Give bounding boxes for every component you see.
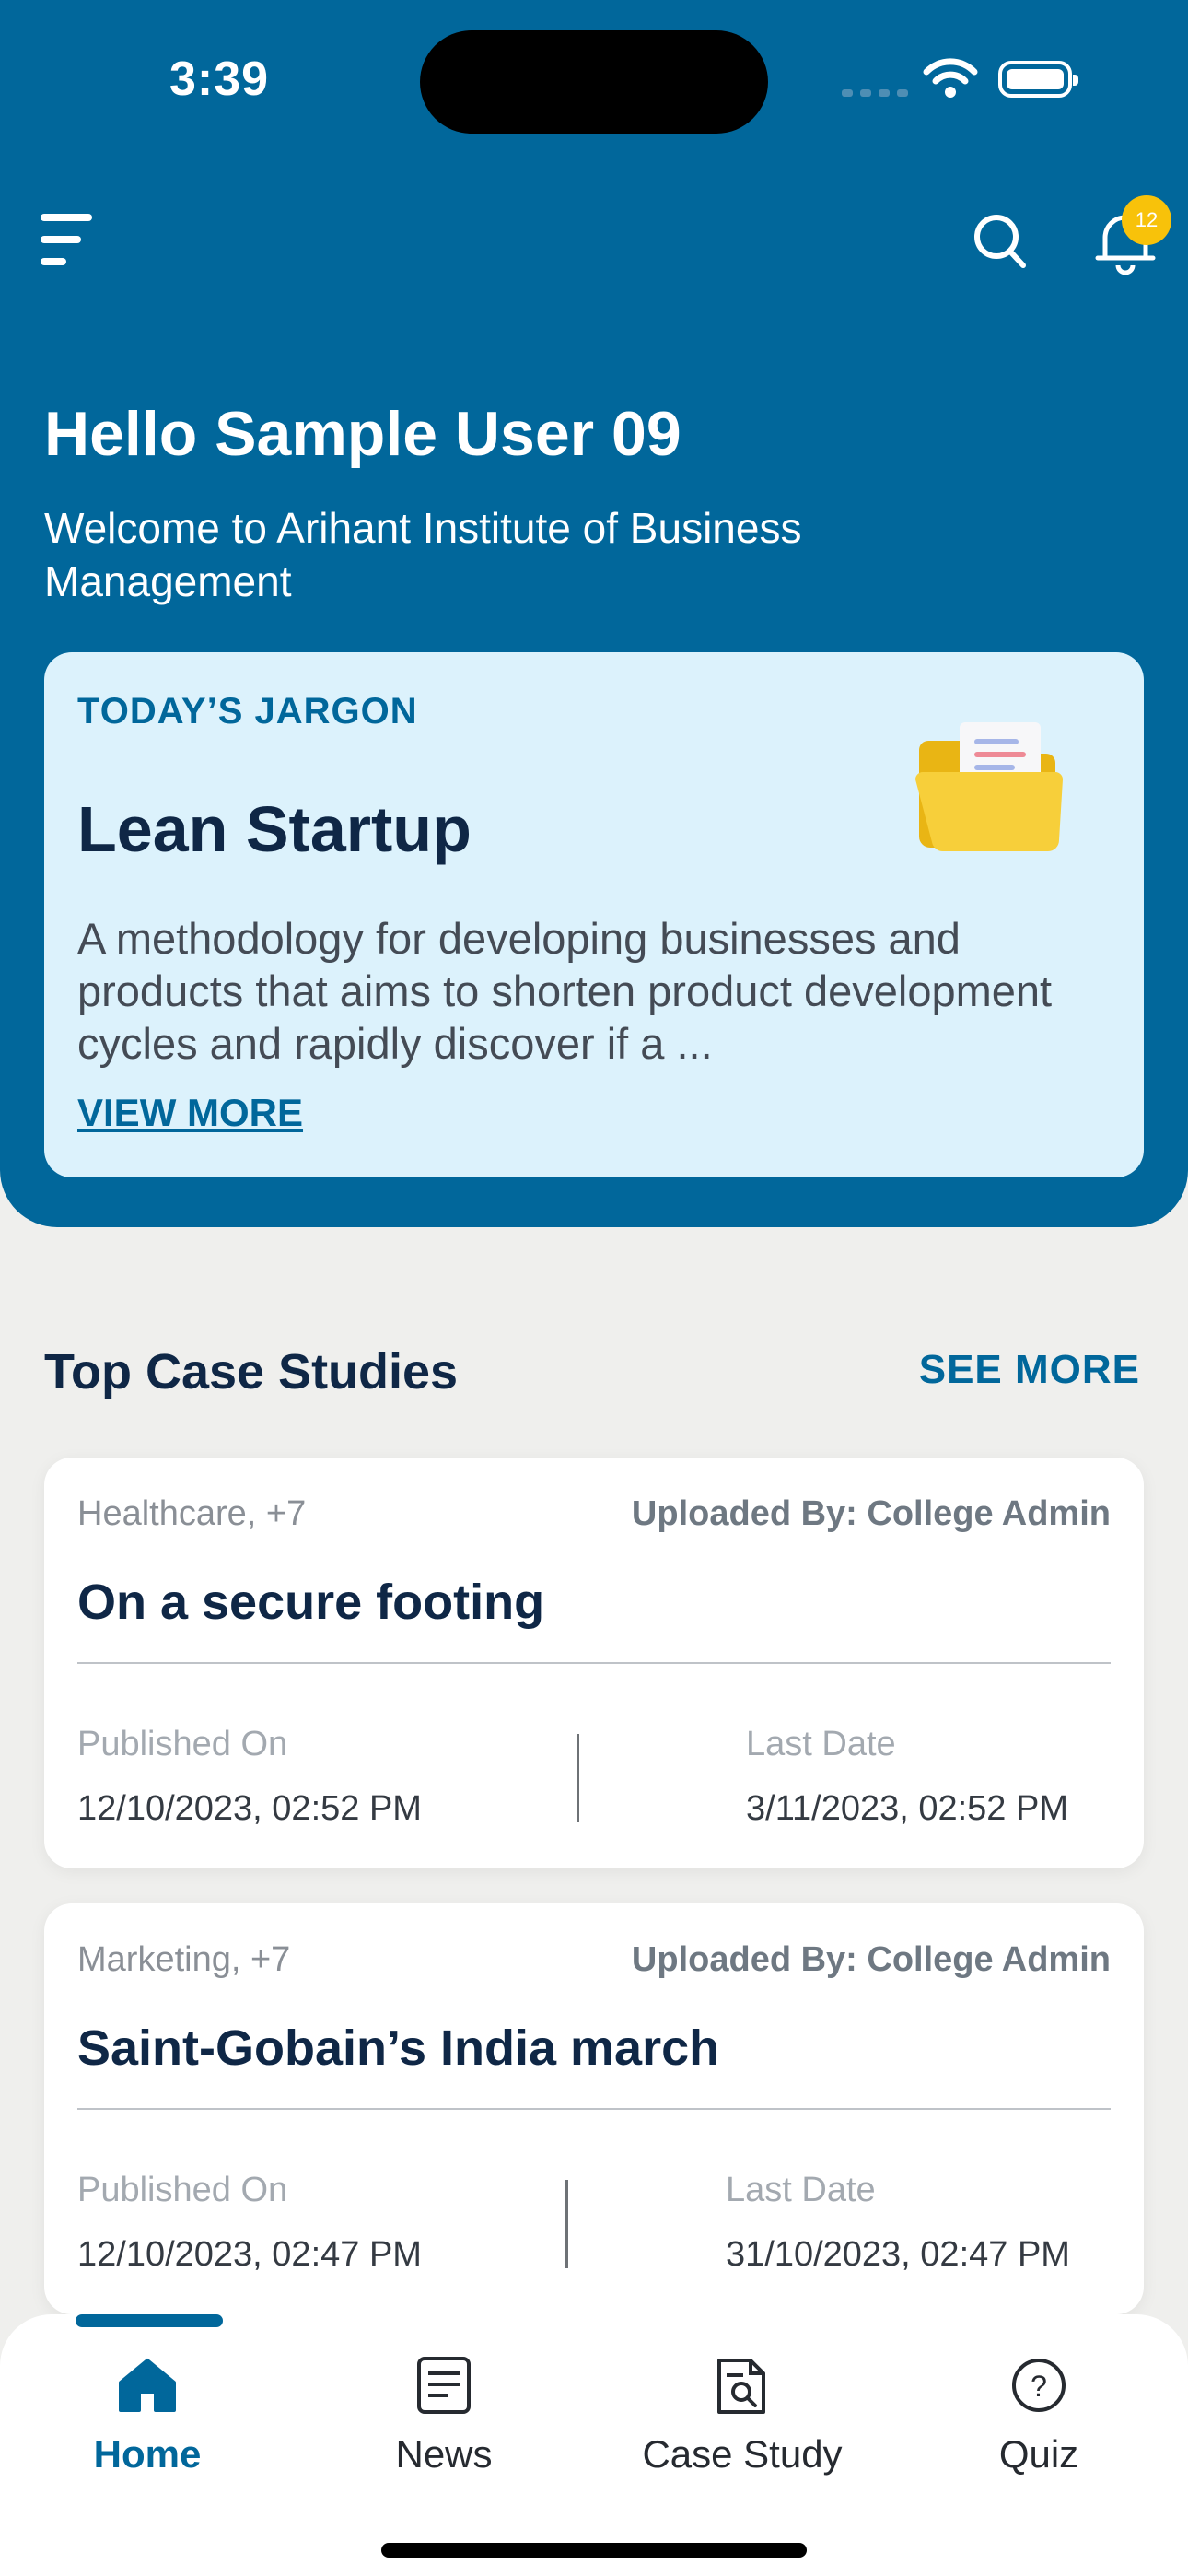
- case-title: On a secure footing: [77, 1575, 545, 1630]
- folder-icon: [915, 722, 1063, 852]
- section-title: Top Case Studies: [44, 1344, 459, 1399]
- active-tab-indicator: [76, 2314, 223, 2327]
- published-label: Published On: [77, 2171, 288, 2209]
- case-uploaded-by: Uploaded By: College Admin: [631, 1494, 1111, 1533]
- tab-home[interactable]: Home: [0, 2340, 295, 2497]
- home-indicator: [381, 2543, 807, 2558]
- view-more-link[interactable]: VIEW MORE: [77, 1091, 303, 1135]
- case-study-card[interactable]: Healthcare, +7 Uploaded By: College Admi…: [44, 1458, 1144, 1868]
- divider: [77, 2108, 1111, 2110]
- tab-label: Case Study: [642, 2432, 843, 2476]
- jargon-description: A methodology for developing businesses …: [77, 914, 1053, 1068]
- vertical-divider: [577, 1734, 579, 1822]
- tab-quiz[interactable]: ? Quiz: [891, 2340, 1186, 2497]
- search-icon[interactable]: [972, 212, 1029, 271]
- tab-news[interactable]: News: [297, 2340, 591, 2497]
- tab-label: Home: [93, 2432, 202, 2476]
- status-time: 3:39: [169, 53, 270, 106]
- cellular-signal-icon: [842, 85, 915, 101]
- bottom-tab-bar: Home News Case Study ? Quiz: [0, 2314, 1188, 2576]
- case-uploaded-by: Uploaded By: College Admin: [631, 1940, 1111, 1979]
- todays-jargon-card[interactable]: TODAY’S JARGON Lean Startup A methodolog…: [44, 652, 1144, 1177]
- case-category: Healthcare, +7: [77, 1494, 307, 1533]
- welcome-message: Welcome to Arihant Institute of Business…: [44, 504, 802, 605]
- tab-label: Quiz: [998, 2432, 1079, 2476]
- divider: [77, 1662, 1111, 1664]
- published-label: Published On: [77, 1725, 288, 1763]
- case-title: Saint-Gobain’s India march: [77, 2020, 720, 2076]
- see-more-button[interactable]: SEE MORE: [919, 1347, 1140, 1393]
- greeting: Hello Sample User 09: [44, 399, 681, 469]
- tab-label: News: [395, 2432, 493, 2476]
- published-value: 12/10/2023, 02:52 PM: [77, 1789, 422, 1828]
- last-date-label: Last Date: [746, 1725, 896, 1763]
- last-date-value: 3/11/2023, 02:52 PM: [746, 1789, 1068, 1828]
- jargon-tag: TODAY’S JARGON: [77, 691, 418, 732]
- last-date-value: 31/10/2023, 02:47 PM: [726, 2235, 1070, 2274]
- svg-text:?: ?: [1031, 2370, 1047, 2403]
- battery-icon: [998, 61, 1078, 98]
- wifi-icon: [923, 58, 978, 98]
- vertical-divider: [565, 2180, 568, 2268]
- last-date-label: Last Date: [726, 2171, 876, 2209]
- notification-badge: 12: [1122, 195, 1171, 245]
- home-icon: [119, 2359, 176, 2412]
- dynamic-island: [420, 30, 768, 134]
- case-study-card[interactable]: Marketing, +7 Uploaded By: College Admin…: [44, 1903, 1144, 2314]
- jargon-title: Lean Startup: [77, 793, 472, 865]
- case-study-icon: [717, 2359, 765, 2414]
- case-category: Marketing, +7: [77, 1940, 291, 1979]
- menu-icon[interactable]: [41, 214, 96, 267]
- header: 3:39 12 Hello Sample User 09 Welcome to …: [0, 0, 1188, 1227]
- published-value: 12/10/2023, 02:47 PM: [77, 2235, 422, 2274]
- quiz-icon: ?: [1012, 2359, 1066, 2412]
- tab-case-study[interactable]: Case Study: [595, 2340, 890, 2497]
- news-icon: [417, 2357, 471, 2414]
